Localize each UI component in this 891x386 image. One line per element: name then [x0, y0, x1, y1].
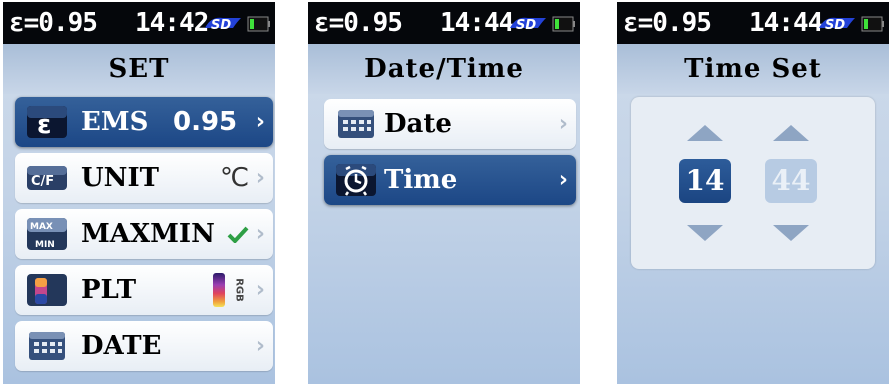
page-title: Date/Time	[364, 54, 524, 84]
menu-item-date[interactable]: Date ›	[324, 99, 576, 149]
sd-card-icon: SD	[819, 17, 855, 33]
emissivity-value: 0.95	[173, 107, 238, 137]
battery-icon	[247, 16, 270, 32]
sd-card-icon: SD	[510, 17, 546, 33]
hour-up-arrow-icon[interactable]	[687, 125, 723, 141]
clock: 14:44	[749, 8, 823, 38]
menu-item-time[interactable]: Time ›	[324, 155, 576, 205]
chevron-right-icon: ›	[558, 111, 568, 137]
battery-icon	[861, 16, 884, 32]
check-icon	[227, 226, 249, 243]
menu-item-label: UNIT	[81, 163, 159, 193]
minute-field[interactable]: 44	[765, 159, 817, 203]
status-bar: ε=0.95 14:42 SD	[3, 2, 275, 44]
emissivity-readout: ε=0.95	[623, 8, 712, 38]
menu-item-label: PLT	[81, 275, 137, 305]
time-set-panel: 14 44	[631, 97, 875, 269]
hour-down-arrow-icon[interactable]	[687, 225, 723, 241]
title-bar: Date/Time	[308, 44, 580, 94]
page-title: SET	[108, 54, 170, 84]
svg-text:ε: ε	[37, 110, 51, 140]
rgb-palette-swatch	[213, 273, 225, 307]
menu-item-date[interactable]: DATE ›	[15, 321, 273, 371]
emissivity-readout: ε=0.95	[9, 8, 98, 38]
chevron-right-icon: ›	[255, 109, 265, 135]
set-menu-screen: ε=0.95 14:42 SD SET ε EMS 0.95 › C/F UNI…	[3, 2, 275, 384]
clock: 14:44	[440, 8, 514, 38]
svg-text:SD: SD	[211, 18, 231, 33]
time-set-screen: ε=0.95 14:44 SD Time Set 14 44	[617, 2, 889, 384]
chevron-right-icon: ›	[255, 333, 265, 359]
menu-item-ems[interactable]: ε EMS 0.95 ›	[15, 97, 273, 147]
menu-item-maxmin[interactable]: MAX MIN MAXMIN ›	[15, 209, 273, 259]
menu-item-plt[interactable]: PLT RGB ›	[15, 265, 273, 315]
status-bar: ε=0.95 14:44 SD	[308, 2, 580, 44]
palette-value: RGB	[233, 278, 245, 302]
svg-text:MIN: MIN	[35, 240, 55, 250]
page-title: Time Set	[684, 54, 822, 84]
palette-icon	[27, 274, 67, 306]
chevron-right-icon: ›	[255, 165, 265, 191]
chevron-right-icon: ›	[255, 221, 265, 247]
title-bar: SET	[3, 44, 275, 94]
maxmin-icon: MAX MIN	[27, 218, 67, 250]
svg-text:MAX: MAX	[30, 222, 53, 232]
sd-card-icon: SD	[205, 17, 241, 33]
unit-value: ℃	[220, 163, 250, 193]
minute-up-arrow-icon[interactable]	[773, 125, 809, 141]
svg-text:C/F: C/F	[31, 174, 54, 189]
status-bar: ε=0.95 14:44 SD	[617, 2, 889, 44]
unit-cf-icon: C/F	[27, 166, 67, 190]
clock: 14:42	[135, 8, 209, 38]
chevron-right-icon: ›	[255, 277, 265, 303]
calendar-icon	[338, 110, 374, 138]
battery-icon	[552, 16, 575, 32]
chevron-right-icon: ›	[558, 167, 568, 193]
svg-text:SD: SD	[516, 18, 536, 33]
hour-field[interactable]: 14	[679, 159, 731, 203]
menu-item-unit[interactable]: C/F UNIT ℃ ›	[15, 153, 273, 203]
date-time-menu-screen: ε=0.95 14:44 SD Date/Time Date › Time ›	[308, 2, 580, 384]
svg-text:SD: SD	[825, 18, 845, 33]
menu-item-label: EMS	[81, 107, 149, 137]
title-bar: Time Set	[617, 44, 889, 94]
minute-down-arrow-icon[interactable]	[773, 225, 809, 241]
menu-item-label: Time	[384, 165, 458, 195]
menu-item-label: MAXMIN	[81, 219, 215, 249]
alarm-clock-icon	[336, 164, 376, 196]
calendar-icon	[29, 332, 65, 360]
emissivity-icon: ε	[27, 106, 67, 140]
emissivity-readout: ε=0.95	[314, 8, 403, 38]
menu-item-label: Date	[384, 109, 452, 139]
menu-item-label: DATE	[81, 331, 162, 361]
